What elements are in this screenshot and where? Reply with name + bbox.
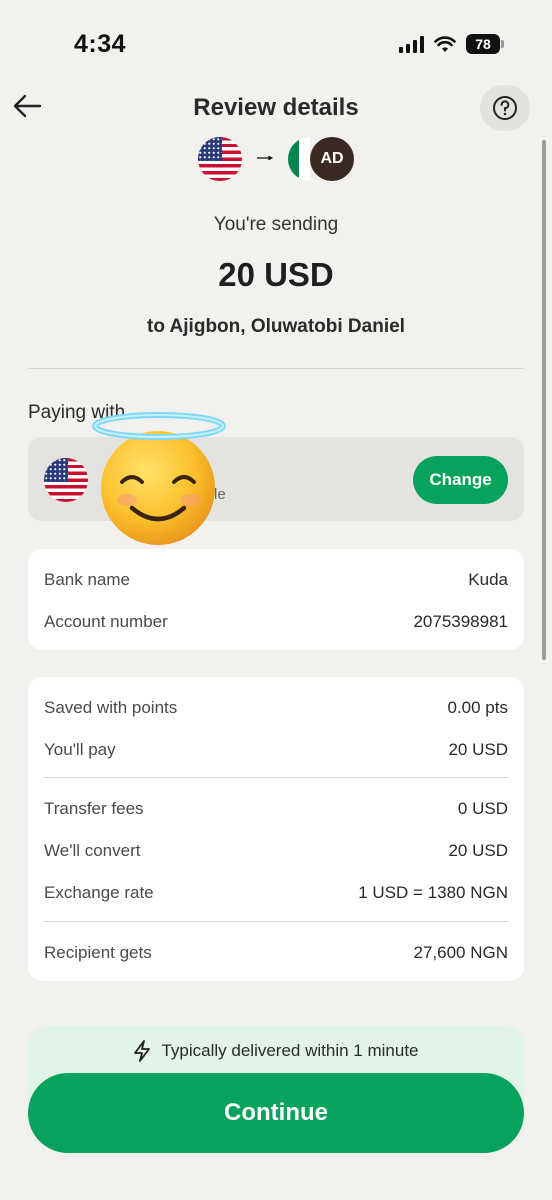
row-label: Bank name	[44, 570, 130, 589]
row-value: Kuda	[468, 570, 508, 589]
sending-label: You're sending	[213, 214, 339, 235]
lightning-icon	[134, 1040, 151, 1062]
row-value: 0 USD	[457, 799, 508, 818]
bank-name-row: Bank name Kuda	[44, 570, 508, 590]
recipient-name: to Ajigbon, Oluwatobi Daniel	[147, 316, 405, 337]
ng-flag-icon	[288, 137, 310, 181]
change-payment-button[interactable]: Change	[413, 456, 508, 504]
row-value: 1 USD = 1380 NGN	[358, 883, 508, 902]
row-label: Recipient gets	[44, 943, 152, 962]
row-label: You'll pay	[44, 740, 116, 759]
recipient-gets-row: Recipient gets 27,600 NGN	[44, 943, 508, 963]
you-pay-row: You'll pay 20 USD	[44, 740, 508, 760]
signal-icon	[399, 35, 424, 53]
divider	[44, 921, 508, 922]
exchange-rate-row: Exchange rate 1 USD = 1380 NGN	[44, 883, 508, 903]
us-flag-icon	[44, 458, 88, 502]
continue-button[interactable]: Continue	[28, 1073, 524, 1153]
delivery-info: Typically delivered within 1 minute	[0, 1040, 552, 1062]
battery-icon: 78	[466, 34, 504, 54]
transfer-fees-row: Transfer fees 0 USD	[44, 799, 508, 819]
saved-points-row: Saved with points 0.00 pts	[44, 698, 508, 718]
row-label: Saved with points	[44, 698, 178, 717]
status-time: 4:34	[74, 30, 127, 58]
convert-row: We'll convert 20 USD	[44, 841, 508, 861]
emoji-sticker-icon	[92, 412, 226, 545]
row-value: 0.00 pts	[447, 698, 509, 717]
page-title: Review details	[193, 94, 359, 121]
row-label: Exchange rate	[44, 883, 154, 902]
summary-card	[28, 677, 524, 981]
row-label: We'll convert	[44, 841, 141, 860]
row-label: Transfer fees	[44, 799, 144, 818]
scrollbar[interactable]	[542, 140, 546, 660]
arrow-right-icon	[257, 156, 274, 160]
us-flag-icon	[198, 137, 242, 181]
battery-level: 78	[466, 34, 500, 54]
row-value: 27,600 NGN	[413, 943, 509, 962]
status-icons: 78	[399, 34, 504, 54]
help-button[interactable]	[480, 85, 530, 131]
row-label: Account number	[44, 612, 168, 631]
send-amount: 20 USD	[218, 256, 334, 293]
bank-details-card	[28, 549, 524, 650]
row-value: 2075398981	[413, 612, 508, 631]
recipient-avatar: AD	[310, 137, 354, 181]
help-icon	[493, 96, 517, 120]
row-value: 20 USD	[448, 841, 508, 860]
divider	[44, 777, 508, 778]
account-number-row: Account number 2075398981	[44, 612, 508, 632]
divider	[28, 368, 524, 369]
delivery-text: Typically delivered within 1 minute	[161, 1041, 419, 1060]
wifi-icon	[434, 35, 456, 52]
row-value: 20 USD	[448, 740, 508, 759]
